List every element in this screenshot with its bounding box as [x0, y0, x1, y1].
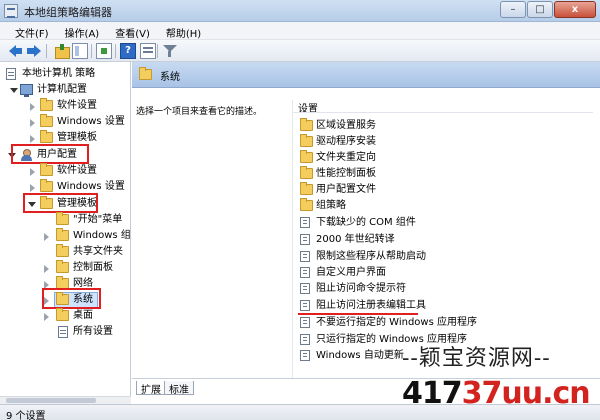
folder-icon	[56, 228, 69, 241]
setting-icon	[300, 234, 310, 245]
tab-extended[interactable]: 扩展	[136, 381, 166, 396]
collapse-arrow-icon[interactable]	[30, 103, 35, 111]
details-header-title: 系统	[160, 72, 180, 83]
folder-icon	[40, 179, 53, 192]
folder-icon	[56, 212, 69, 225]
tree-pane: 本地计算机 策略 计算机配置 软件设置 Windows 设置 管理模板 用户配置…	[0, 62, 131, 396]
tree-node-shared-folders[interactable]: 共享文件夹	[44, 244, 130, 260]
column-divider	[292, 100, 293, 380]
tree-horizontal-scrollbar[interactable]	[0, 396, 131, 404]
folder-icon	[56, 308, 69, 321]
tree-node-desktop[interactable]: 桌面	[44, 308, 130, 324]
watermark-domain: 41737uu.cn	[402, 376, 591, 411]
folder-icon	[139, 67, 152, 80]
setting-icon	[300, 267, 310, 278]
menu-file[interactable]: 文件(F)	[8, 22, 58, 40]
properties-icon[interactable]	[140, 43, 156, 59]
menu-help[interactable]: 帮助(H)	[159, 22, 210, 40]
computer-icon	[20, 84, 33, 97]
collapse-arrow-icon[interactable]	[44, 233, 49, 241]
status-text: 9 个设置	[6, 411, 46, 420]
menu-action[interactable]: 操作(A)	[58, 22, 109, 40]
folder-icon	[300, 198, 313, 211]
folder-icon	[40, 130, 53, 143]
folder-icon	[300, 166, 313, 179]
highlight-box	[23, 193, 98, 213]
collapse-arrow-icon[interactable]	[30, 184, 35, 192]
setting-icon	[300, 251, 310, 262]
help-icon[interactable]: ?	[120, 43, 136, 59]
toolbar-separator	[91, 44, 92, 58]
app-icon	[4, 4, 18, 18]
policy-doc-icon	[6, 68, 16, 80]
setting-icon	[300, 334, 310, 345]
folder-icon	[56, 244, 69, 257]
tab-standard[interactable]: 标准	[164, 381, 194, 396]
tree-node-root[interactable]: 本地计算机 策略	[6, 66, 130, 82]
toolbar: ?	[0, 40, 600, 62]
show-tree-icon[interactable]	[72, 43, 88, 59]
watermark-text: --颖宝资源网--	[402, 346, 551, 371]
window-controls: – □ x	[499, 1, 596, 19]
setting-icon	[300, 317, 310, 328]
setting-icon	[300, 300, 310, 311]
tree-node-cc-windows[interactable]: Windows 设置	[26, 114, 130, 130]
column-header-line	[293, 112, 593, 113]
forward-arrow-icon[interactable]	[26, 43, 42, 59]
collapse-arrow-icon[interactable]	[44, 265, 49, 273]
tree-node-computer-config[interactable]: 计算机配置	[4, 82, 130, 98]
export-list-icon[interactable]	[96, 43, 112, 59]
collapse-arrow-icon[interactable]	[30, 119, 35, 127]
highlight-box	[42, 288, 101, 309]
close-button[interactable]: x	[554, 1, 596, 18]
folder-icon	[300, 134, 313, 147]
description-text: 选择一个项目来查看它的描述。	[136, 107, 263, 117]
collapse-arrow-icon[interactable]	[30, 168, 35, 176]
highlight-box	[11, 144, 89, 164]
details-header: 系统	[132, 62, 600, 88]
maximize-button[interactable]: □	[527, 1, 553, 18]
title-bar: 本地组策略编辑器 – □ x	[0, 0, 600, 22]
menu-bar: 文件(F) 操作(A) 查看(V) 帮助(H)	[0, 22, 600, 40]
setting-icon	[300, 283, 310, 294]
up-folder-icon[interactable]	[54, 43, 70, 59]
setting-icon	[300, 350, 310, 361]
minimize-button[interactable]: –	[500, 1, 526, 18]
tree-node-start-menu[interactable]: "开始"菜单	[44, 212, 130, 228]
collapse-arrow-icon[interactable]	[44, 313, 49, 321]
folder-icon	[40, 114, 53, 127]
tree-node-windows-components[interactable]: Windows 组件	[44, 228, 130, 244]
scrollbar-thumb[interactable]	[6, 398, 96, 403]
all-settings-icon	[58, 326, 68, 338]
toolbar-separator	[157, 44, 158, 58]
folder-icon	[40, 98, 53, 111]
folder-icon	[56, 260, 69, 273]
filter-icon[interactable]	[162, 43, 178, 59]
tree-node-cc-software[interactable]: 软件设置	[26, 98, 130, 114]
window-title: 本地组策略编辑器	[24, 6, 112, 19]
toolbar-separator	[46, 44, 47, 58]
expand-arrow-icon[interactable]	[10, 88, 18, 93]
folder-icon	[300, 150, 313, 163]
menu-view[interactable]: 查看(V)	[108, 22, 159, 40]
back-arrow-icon[interactable]	[8, 43, 24, 59]
folder-icon	[300, 118, 313, 131]
tree-node-all-settings[interactable]: 所有设置	[44, 324, 130, 340]
tree-node-control-panel[interactable]: 控制面板	[44, 260, 130, 276]
tree-node-uc-software[interactable]: 软件设置	[26, 163, 130, 179]
setting-icon	[300, 217, 310, 228]
toolbar-separator	[115, 44, 116, 58]
folder-icon	[300, 182, 313, 195]
folder-icon	[40, 163, 53, 176]
collapse-arrow-icon[interactable]	[30, 135, 35, 143]
